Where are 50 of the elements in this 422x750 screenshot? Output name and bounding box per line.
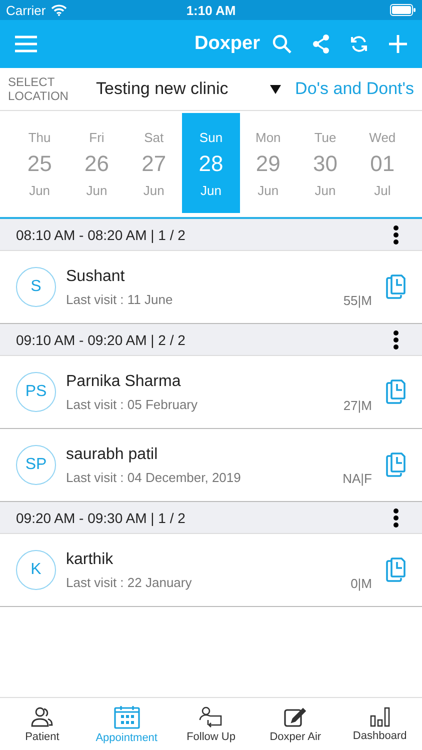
location-dropdown[interactable]: Testing new clinic xyxy=(86,79,288,99)
last-visit: Last visit : 11 June xyxy=(66,292,174,306)
wifi-icon xyxy=(50,4,67,16)
location-label: SELECT LOCATION xyxy=(8,75,70,103)
last-visit: Last visit : 05 February xyxy=(66,396,198,412)
add-icon[interactable] xyxy=(388,34,408,54)
patient-row[interactable]: PS Parnika Sharma Last visit : 05 February 27|M xyxy=(0,356,422,429)
slot-time: 08:10 AM - 08:20 AM | 1 / 2 xyxy=(16,226,186,242)
patient-row[interactable]: K karthik Last visit : 22 January 0|M xyxy=(0,534,422,607)
more-icon[interactable] xyxy=(393,224,399,244)
patient-name: Sushant xyxy=(66,268,126,286)
patient-name: saurabh patil xyxy=(66,446,159,464)
bar-chart-icon xyxy=(370,706,390,726)
avatar: S xyxy=(16,267,56,307)
patient-name: Parnika Sharma xyxy=(66,372,182,390)
patient-name: karthik xyxy=(66,550,114,568)
age-sex: 27|M xyxy=(343,398,372,413)
person-return-icon xyxy=(199,706,224,728)
calendar-icon xyxy=(114,704,140,728)
tab[interactable]: Follow Up xyxy=(168,698,254,750)
age-sex: NA|F xyxy=(342,471,372,486)
tab[interactable]: Doxper Air xyxy=(253,698,338,750)
age-sex: 0|M xyxy=(350,576,372,591)
tab[interactable]: Patient xyxy=(0,698,84,750)
last-visit: Last visit : 04 December, 2019 xyxy=(66,470,242,484)
dropdown-icon xyxy=(270,84,282,94)
last-visit: Last visit : 22 January xyxy=(66,574,193,590)
refresh-icon[interactable] xyxy=(350,35,368,53)
clock: 1:10 AM xyxy=(186,2,236,18)
avatar: K xyxy=(16,550,56,590)
age-sex: 55|M xyxy=(343,293,372,308)
battery-icon xyxy=(390,4,416,16)
more-icon[interactable] xyxy=(393,330,399,350)
app-title: Doxper xyxy=(194,33,260,55)
avatar: PS xyxy=(16,372,56,412)
documents-icon[interactable] xyxy=(386,452,406,478)
documents-icon[interactable] xyxy=(386,274,406,300)
edit-icon xyxy=(284,706,306,728)
search-icon[interactable] xyxy=(272,34,292,54)
menu-icon[interactable] xyxy=(14,35,38,53)
slot-time: 09:10 AM - 09:20 AM | 2 / 2 xyxy=(16,332,186,348)
share-icon[interactable] xyxy=(312,34,330,54)
carrier-label: Carrier xyxy=(6,2,46,18)
more-icon[interactable] xyxy=(393,508,399,528)
documents-icon[interactable] xyxy=(386,557,406,583)
people-icon xyxy=(31,706,54,728)
avatar: SP xyxy=(16,445,56,485)
documents-icon[interactable] xyxy=(386,379,406,405)
tab[interactable]: Dashboard xyxy=(338,698,422,750)
slot-time: 09:20 AM - 09:30 AM | 1 / 2 xyxy=(16,510,186,526)
